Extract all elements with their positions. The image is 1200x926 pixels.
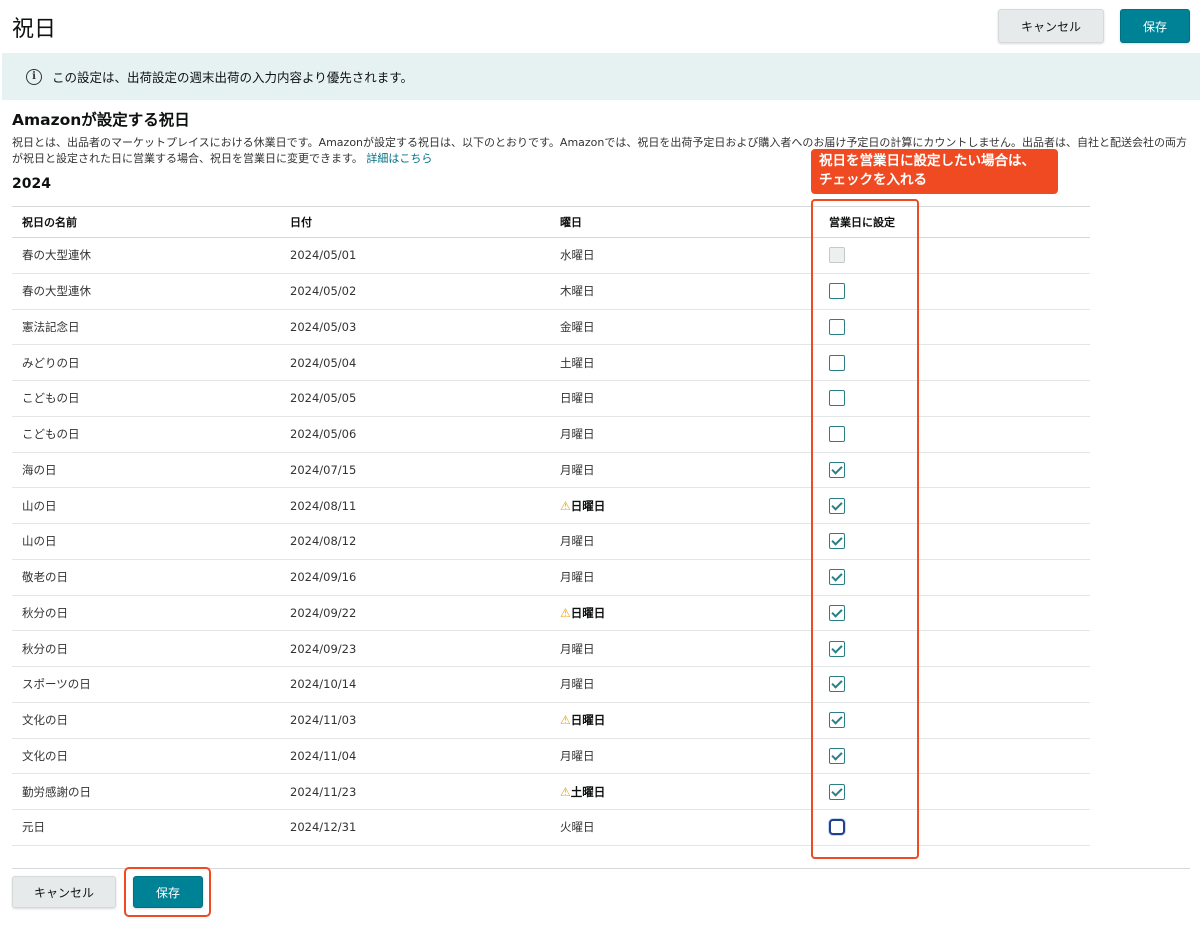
holiday-date: 2024/11/04 [280,738,550,775]
header-date: 日付 [280,206,550,238]
callout-line-2: チェックを入れる [819,172,927,188]
holiday-name: 元日 [12,809,280,846]
holiday-date: 2024/12/31 [280,809,550,846]
holiday-date: 2024/05/02 [280,273,550,310]
holiday-name: 春の大型連休 [12,273,280,310]
holiday-date: 2024/09/22 [280,595,550,632]
table-row: 春の大型連休 2024/05/01 水曜日 [12,237,1090,274]
page-header: 祝日 キャンセル 保存 [0,0,1200,52]
holiday-day-of-week: ⚠日曜日 [550,702,807,739]
holiday-date: 2024/05/03 [280,309,550,346]
holiday-name: 春の大型連休 [12,237,280,274]
warning-icon: ⚠ [560,713,571,728]
table-row: 春の大型連休 2024/05/02 木曜日 [12,273,1090,310]
table-row: 秋分の日 2024/09/22 ⚠日曜日 [12,595,1090,632]
holiday-name: こどもの日 [12,380,280,417]
holiday-day-of-week: ⚠日曜日 [550,487,807,524]
day-of-week-text: 土曜日 [570,784,606,799]
holiday-date: 2024/05/06 [280,416,550,453]
header-save-button[interactable]: 保存 [1120,9,1190,43]
table-row: 文化の日 2024/11/03 ⚠日曜日 [12,702,1090,739]
holiday-day-of-week: 月曜日 [550,630,807,667]
table-row: こどもの日 2024/05/05 日曜日 [12,380,1090,417]
annotation-callout: 祝日を営業日に設定したい場合は、 チェックを入れる [811,149,1058,194]
holiday-date: 2024/10/14 [280,666,550,703]
holiday-day-of-week: 土曜日 [550,344,807,381]
holiday-date: 2024/11/23 [280,773,550,810]
header-day-of-week: 曜日 [550,206,807,238]
holiday-name: 文化の日 [12,738,280,775]
table-row: 敬老の日 2024/09/16 月曜日 [12,559,1090,596]
holiday-name: 秋分の日 [12,630,280,667]
holiday-day-of-week: ⚠日曜日 [550,595,807,632]
table-row: スポーツの日 2024/10/14 月曜日 [12,666,1090,703]
save-button-highlight [124,867,211,917]
year-heading: 2024 [12,176,51,192]
callout-line-1: 祝日を営業日に設定したい場合は、 [819,153,1035,169]
checkbox-column-highlight [811,199,919,859]
holiday-day-of-week: 月曜日 [550,738,807,775]
holiday-name: 秋分の日 [12,595,280,632]
holiday-table: 祝日の名前 日付 曜日 営業日に設定 春の大型連休 2024/05/01 水曜日 春の… [12,206,1090,846]
holiday-day-of-week: 火曜日 [550,809,807,846]
holiday-name: 文化の日 [12,702,280,739]
holiday-name: 山の日 [12,487,280,524]
warning-icon: ⚠ [560,605,571,620]
holiday-date: 2024/08/12 [280,523,550,560]
holiday-name: 敬老の日 [12,559,280,596]
table-row: 海の日 2024/07/15 月曜日 [12,452,1090,489]
table-header-row: 祝日の名前 日付 曜日 営業日に設定 [12,206,1090,238]
holiday-day-of-week: 水曜日 [550,237,807,274]
table-row: 秋分の日 2024/09/23 月曜日 [12,630,1090,667]
page-title: 祝日 [12,17,57,42]
holiday-day-of-week: ⚠土曜日 [550,773,807,810]
day-of-week-text: 日曜日 [570,713,606,728]
table-row: 憲法記念日 2024/05/03 金曜日 [12,309,1090,346]
header-cancel-button[interactable]: キャンセル [998,9,1104,43]
holiday-date: 2024/09/23 [280,630,550,667]
table-row: 文化の日 2024/11/04 月曜日 [12,738,1090,775]
holiday-name: こどもの日 [12,416,280,453]
holiday-day-of-week: 日曜日 [550,380,807,417]
section-title: Amazonが設定する祝日 [12,111,190,129]
holiday-date: 2024/07/15 [280,452,550,489]
holiday-date: 2024/05/04 [280,344,550,381]
table-row: 勤労感謝の日 2024/11/23 ⚠土曜日 [12,773,1090,810]
table-row: 山の日 2024/08/12 月曜日 [12,523,1090,560]
holiday-date: 2024/05/01 [280,237,550,274]
holiday-day-of-week: 月曜日 [550,559,807,596]
holiday-name: 海の日 [12,452,280,489]
holiday-date: 2024/05/05 [280,380,550,417]
table-row: 山の日 2024/08/11 ⚠日曜日 [12,487,1090,524]
holiday-date: 2024/09/16 [280,559,550,596]
footer-cancel-button[interactable]: キャンセル [12,876,116,908]
holiday-name: 勤労感謝の日 [12,773,280,810]
holiday-date: 2024/11/03 [280,702,550,739]
table-row: こどもの日 2024/05/06 月曜日 [12,416,1090,453]
holiday-name: 憲法記念日 [12,309,280,346]
holiday-date: 2024/08/11 [280,487,550,524]
holiday-day-of-week: 月曜日 [550,523,807,560]
day-of-week-text: 日曜日 [570,498,606,513]
info-banner-text: この設定は、出荷設定の週末出荷の入力内容より優先されます。 [52,70,414,85]
table-row: みどりの日 2024/05/04 土曜日 [12,344,1090,381]
info-banner: i この設定は、出荷設定の週末出荷の入力内容より優先されます。 [2,53,1200,100]
holiday-day-of-week: 月曜日 [550,416,807,453]
day-of-week-text: 日曜日 [570,605,606,620]
table-row: 元日 2024/12/31 火曜日 [12,809,1090,846]
holiday-day-of-week: 月曜日 [550,452,807,489]
header-holiday-name: 祝日の名前 [12,206,280,238]
holiday-day-of-week: 金曜日 [550,309,807,346]
warning-icon: ⚠ [560,784,571,799]
info-icon: i [26,68,42,85]
holiday-day-of-week: 木曜日 [550,273,807,310]
warning-icon: ⚠ [560,498,571,513]
holiday-name: みどりの日 [12,344,280,381]
holiday-name: スポーツの日 [12,666,280,703]
learn-more-link[interactable]: 詳細はこちら [366,152,432,165]
holiday-name: 山の日 [12,523,280,560]
holiday-day-of-week: 月曜日 [550,666,807,703]
